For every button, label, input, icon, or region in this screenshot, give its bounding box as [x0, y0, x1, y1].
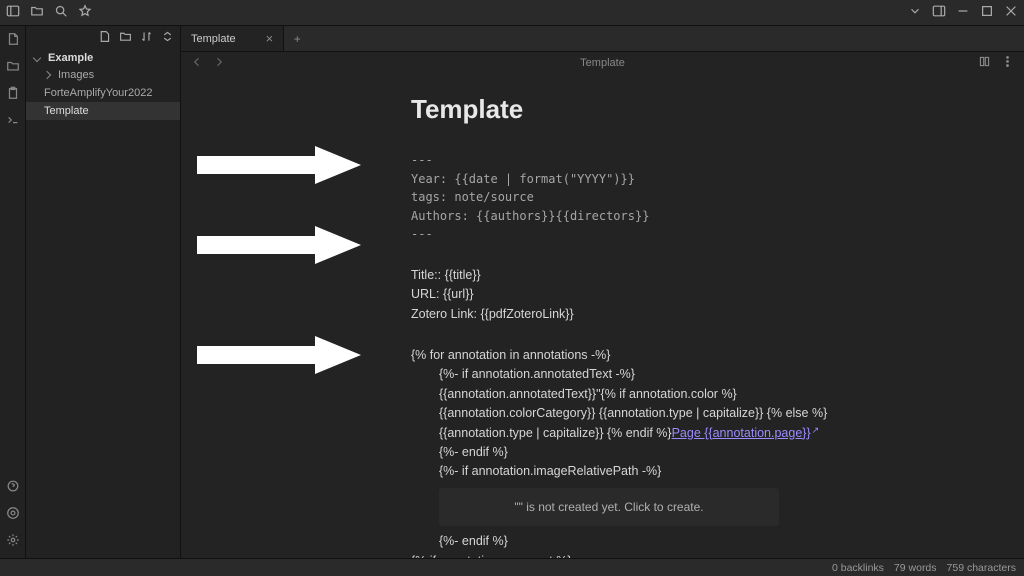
template-line: {{annotation.annotatedText}}"{% if annot…	[411, 385, 971, 404]
star-icon[interactable]	[78, 4, 92, 21]
tab-bar: Template × +	[181, 26, 1024, 52]
sort-icon[interactable]	[140, 30, 153, 46]
title-bar	[0, 0, 1024, 26]
frontmatter: --- Year: {{date | format("YYYY")}} tags…	[411, 151, 971, 244]
vault-root[interactable]: Example	[26, 50, 180, 66]
sidebar-toggle-icon[interactable]	[6, 4, 20, 21]
editor-header: Template	[181, 52, 1024, 74]
status-words[interactable]: 79 words	[894, 562, 937, 574]
new-note-icon[interactable]	[6, 32, 20, 49]
new-note-icon[interactable]	[98, 30, 111, 46]
collapse-icon[interactable]	[161, 30, 174, 46]
breadcrumb[interactable]: Template	[580, 57, 625, 69]
sidebar-item-forte[interactable]: ForteAmplifyYour2022	[26, 84, 180, 102]
settings-icon[interactable]	[6, 506, 20, 523]
sidebar-item-images[interactable]: Images	[26, 66, 180, 84]
nav-back-icon[interactable]	[191, 56, 203, 71]
template-line: {{annotation.colorCategory}} {{annotatio…	[411, 404, 971, 423]
file-explorer: Example Images ForteAmplifyYour2022 Temp…	[26, 26, 181, 558]
window-minimize-icon[interactable]	[956, 4, 970, 21]
help-icon[interactable]	[6, 479, 20, 496]
tab-template[interactable]: Template ×	[181, 26, 284, 51]
tab-label: Template	[191, 33, 236, 45]
window-close-icon[interactable]	[1004, 4, 1018, 21]
template-line: {% for annotation in annotations -%}	[411, 346, 971, 365]
status-backlinks[interactable]: 0 backlinks	[832, 562, 884, 574]
status-chars[interactable]: 759 characters	[947, 562, 1016, 574]
editor-pane: Template × + Template	[181, 26, 1024, 558]
unresolved-embed-placeholder[interactable]: "" is not created yet. Click to create.	[439, 488, 779, 527]
search-icon[interactable]	[54, 4, 68, 21]
chevron-down-icon[interactable]	[908, 4, 922, 21]
meta-title-line: Title:: {{title}}	[411, 266, 971, 285]
gear-icon[interactable]	[6, 533, 20, 550]
template-line: {{annotation.type | capitalize}} {% endi…	[411, 424, 971, 443]
reading-mode-icon[interactable]	[978, 55, 991, 71]
clipboard-icon[interactable]	[6, 86, 20, 103]
document[interactable]: Template --- Year: {{date | format("YYYY…	[181, 74, 1024, 558]
more-icon[interactable]	[1001, 55, 1014, 71]
window-maximize-icon[interactable]	[980, 4, 994, 21]
template-line: {%- if annotation.imageRelativePath -%}	[411, 462, 971, 481]
new-tab-button[interactable]: +	[284, 26, 310, 51]
external-link-icon: ↗	[812, 424, 820, 438]
page-link[interactable]: Page {{annotation.page}}	[672, 426, 811, 440]
meta-url-line: URL: {{url}}	[411, 285, 971, 304]
status-bar: 0 backlinks 79 words 759 characters	[0, 558, 1024, 576]
panel-right-icon[interactable]	[932, 4, 946, 21]
sidebar-item-template[interactable]: Template	[26, 102, 180, 120]
template-line: {%- endif %}	[411, 443, 971, 462]
template-line: {%- endif %}	[411, 532, 971, 551]
close-icon[interactable]: ×	[266, 31, 274, 46]
nav-forward-icon[interactable]	[213, 56, 225, 71]
activity-bar	[0, 26, 26, 558]
folder-icon[interactable]	[30, 4, 44, 21]
template-line: {%- if annotation.annotatedText -%}	[411, 365, 971, 384]
page-title: Template	[411, 94, 971, 125]
template-line: {% if annotation.comment %}	[411, 552, 971, 558]
folder-icon[interactable]	[6, 59, 20, 76]
new-folder-icon[interactable]	[119, 30, 132, 46]
meta-zotero-line: Zotero Link: {{pdfZoteroLink}}	[411, 305, 971, 324]
terminal-icon[interactable]	[6, 113, 20, 130]
